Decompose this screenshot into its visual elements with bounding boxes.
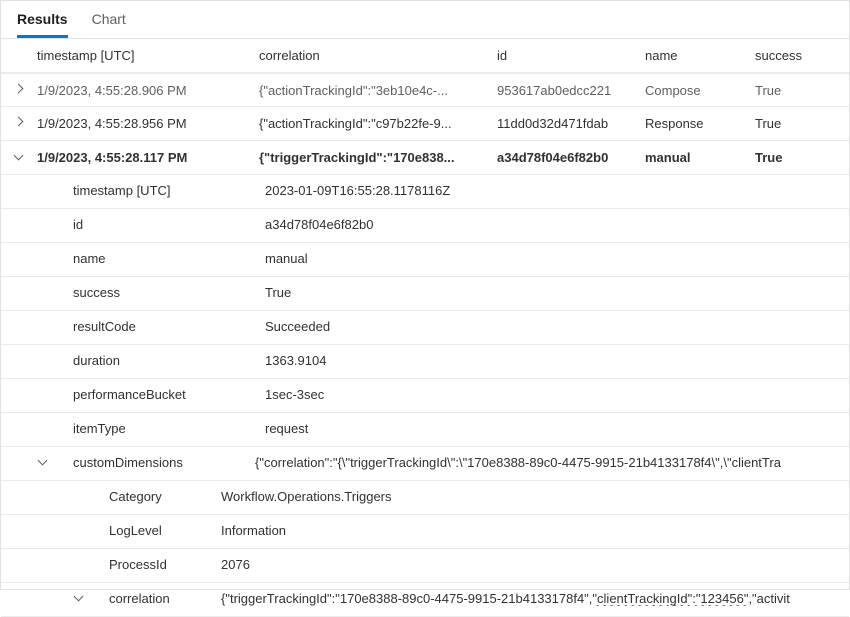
- chevron-right-icon[interactable]: [13, 116, 25, 128]
- cell-correlation: {"actionTrackingId":"3eb10e4c-...: [259, 83, 497, 98]
- detail-label: duration: [1, 353, 265, 368]
- detail-value: 2076: [221, 557, 849, 572]
- detail-label: LogLevel: [1, 523, 221, 538]
- detail-panel: timestamp [UTC] 2023-01-09T16:55:28.1178…: [1, 175, 849, 617]
- detail-value: 1363.9104: [265, 353, 849, 368]
- result-row[interactable]: 1/9/2023, 4:55:28.906 PM {"actionTrackin…: [1, 73, 849, 107]
- cell-name: Response: [645, 116, 755, 131]
- detail-value: manual: [265, 251, 849, 266]
- detail-value: 2023-01-09T16:55:28.1178116Z: [265, 183, 849, 198]
- cell-id: a34d78f04e6f82b0: [497, 150, 645, 165]
- cell-success: True: [755, 150, 835, 165]
- cell-correlation: {"triggerTrackingId":"170e838...: [259, 150, 497, 165]
- custom-dimensions-block: Category Workflow.Operations.Triggers Lo…: [1, 481, 849, 617]
- header-success[interactable]: success: [755, 48, 835, 63]
- column-headers: timestamp [UTC] correlation id name succ…: [1, 39, 849, 73]
- correlation-text-post: ,"activit: [748, 591, 789, 606]
- cell-timestamp: 1/9/2023, 4:55:28.956 PM: [37, 116, 259, 131]
- detail-label: customDimensions: [57, 455, 255, 470]
- detail-value: Information: [221, 523, 849, 538]
- detail-row: ProcessId 2076: [1, 549, 849, 583]
- detail-value: 1sec-3sec: [265, 387, 849, 402]
- chevron-down-icon[interactable]: [13, 150, 25, 162]
- cell-id: 11dd0d32d471fdab: [497, 116, 645, 131]
- result-row-expanded[interactable]: 1/9/2023, 4:55:28.117 PM {"triggerTracki…: [1, 141, 849, 175]
- detail-row: resultCode Succeeded: [1, 311, 849, 345]
- detail-value: {"correlation":"{\"triggerTrackingId\":\…: [255, 455, 849, 470]
- detail-label: success: [1, 285, 265, 300]
- detail-row: performanceBucket 1sec-3sec: [1, 379, 849, 413]
- detail-label: correlation: [93, 591, 221, 606]
- detail-value-correlation: {"triggerTrackingId":"170e8388-89c0-4475…: [221, 591, 849, 606]
- detail-label: performanceBucket: [1, 387, 265, 402]
- detail-value: a34d78f04e6f82b0: [265, 217, 849, 232]
- chevron-right-icon[interactable]: [13, 83, 25, 95]
- correlation-text-pre: {"triggerTrackingId":"170e8388-89c0-4475…: [221, 591, 592, 606]
- detail-row: duration 1363.9104: [1, 345, 849, 379]
- cell-correlation: {"actionTrackingId":"c97b22fe-9...: [259, 116, 497, 131]
- chevron-down-icon[interactable]: [73, 591, 85, 603]
- detail-value: Workflow.Operations.Triggers: [221, 489, 849, 504]
- tabs-bar: Results Chart: [1, 1, 849, 39]
- detail-label: timestamp [UTC]: [1, 183, 265, 198]
- cell-success: True: [755, 116, 835, 131]
- tab-results[interactable]: Results: [17, 1, 68, 38]
- detail-label: Category: [1, 489, 221, 504]
- cell-name: Compose: [645, 83, 755, 98]
- detail-label: itemType: [1, 421, 265, 436]
- detail-label: name: [1, 251, 265, 266]
- detail-row: id a34d78f04e6f82b0: [1, 209, 849, 243]
- detail-row: success True: [1, 277, 849, 311]
- detail-row: Category Workflow.Operations.Triggers: [1, 481, 849, 515]
- cell-name: manual: [645, 150, 755, 165]
- detail-row: itemType request: [1, 413, 849, 447]
- detail-row: LogLevel Information: [1, 515, 849, 549]
- detail-value: True: [265, 285, 849, 300]
- detail-label: ProcessId: [1, 557, 221, 572]
- detail-label: resultCode: [1, 319, 265, 334]
- header-correlation[interactable]: correlation: [259, 48, 497, 63]
- detail-label: id: [1, 217, 265, 232]
- header-timestamp[interactable]: timestamp [UTC]: [37, 48, 259, 63]
- detail-row: timestamp [UTC] 2023-01-09T16:55:28.1178…: [1, 175, 849, 209]
- header-name[interactable]: name: [645, 48, 755, 63]
- result-row[interactable]: 1/9/2023, 4:55:28.956 PM {"actionTrackin…: [1, 107, 849, 141]
- detail-value: Succeeded: [265, 319, 849, 334]
- chevron-down-icon[interactable]: [37, 455, 49, 467]
- detail-row-correlation[interactable]: correlation {"triggerTrackingId":"170e83…: [1, 583, 849, 617]
- cell-id: 953617ab0edcc221: [497, 83, 645, 98]
- cell-timestamp: 1/9/2023, 4:55:28.906 PM: [37, 83, 259, 98]
- cell-success: True: [755, 83, 835, 98]
- detail-row-customdimensions[interactable]: customDimensions {"correlation":"{\"trig…: [1, 447, 849, 481]
- cell-timestamp: 1/9/2023, 4:55:28.117 PM: [37, 150, 259, 165]
- detail-row: name manual: [1, 243, 849, 277]
- header-id[interactable]: id: [497, 48, 645, 63]
- tab-chart[interactable]: Chart: [92, 1, 126, 38]
- correlation-highlight: "clientTrackingId":"123456": [592, 591, 748, 606]
- detail-value: request: [265, 421, 849, 436]
